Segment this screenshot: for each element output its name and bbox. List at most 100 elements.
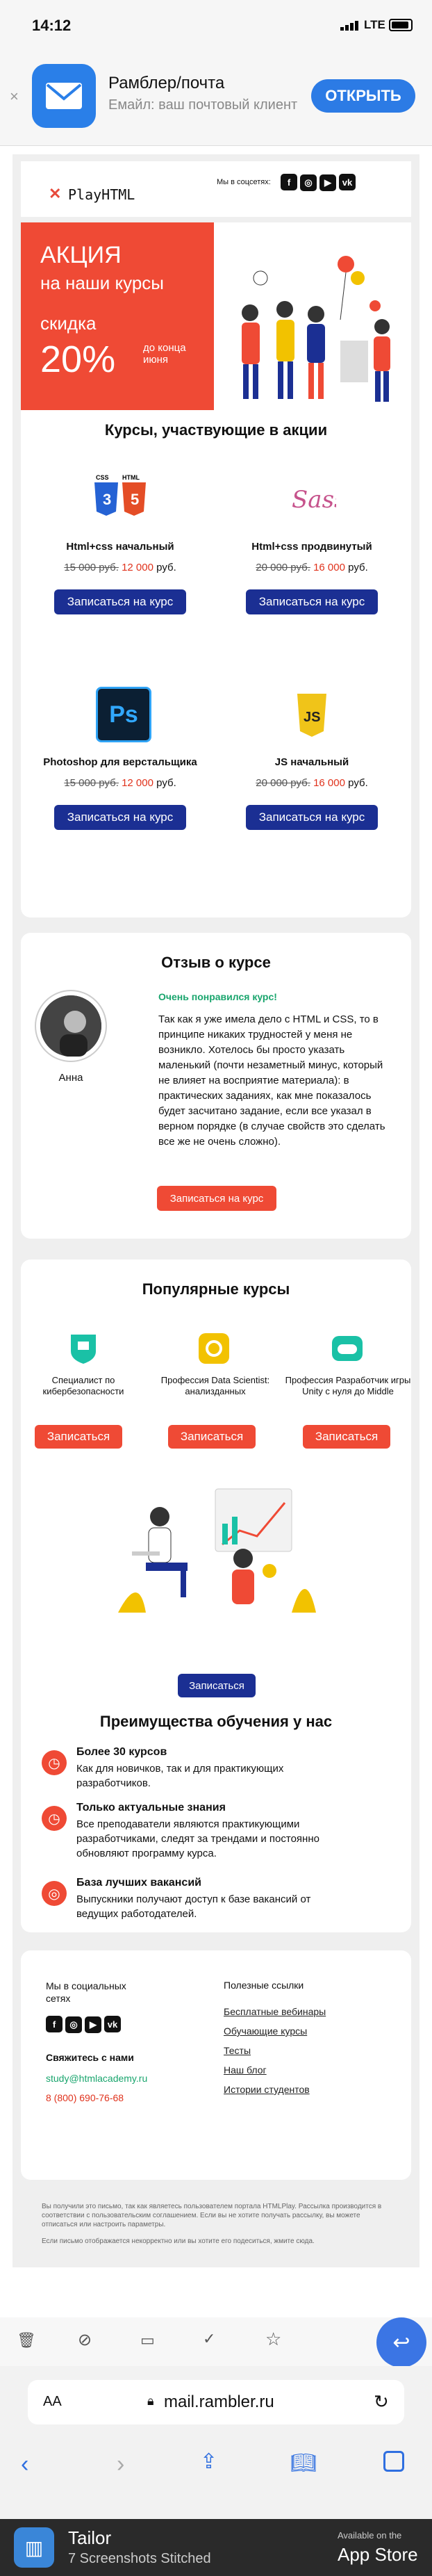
youtube-icon[interactable]: ▶ xyxy=(319,174,336,191)
open-app-button[interactable]: ОТКРЫТЬ xyxy=(311,79,415,113)
footer-link[interactable]: Бесплатные вебинары xyxy=(224,2006,326,2017)
share-icon[interactable]: ⇪ xyxy=(200,2449,217,2474)
review-text: Так как я уже имела дело с HTML и CSS, т… xyxy=(158,1013,385,1148)
social-label: Мы в соцсетях: xyxy=(217,178,271,186)
course-card: Ps Photoshop для верстальщика 15 000 руб… xyxy=(33,687,207,847)
course-price: 20 000 руб. 16 000 руб. xyxy=(225,562,399,573)
footer-link[interactable]: Истории студентов xyxy=(224,2084,310,2095)
review-card: Отзыв о курсе Анна Очень понравился курс… xyxy=(21,933,411,1239)
store-small-text: Available on the xyxy=(338,2530,402,2541)
links-title: Полезные ссылки xyxy=(224,1980,304,1991)
popular-enroll-button[interactable]: Записаться xyxy=(35,1425,122,1449)
logo-icon: ✕ xyxy=(49,185,62,202)
course-name: Html+css продвинутый xyxy=(251,541,372,553)
course-price: 20 000 руб. 16 000 руб. xyxy=(225,777,399,789)
app-banner: × Рамблер/почта Емайл: ваш почтовый клие… xyxy=(0,49,432,146)
block-icon[interactable]: ⊘ xyxy=(78,2330,92,2350)
old-price: 15 000 руб. xyxy=(64,777,119,789)
students-illustration xyxy=(118,1482,319,1614)
course-name: JS начальный xyxy=(274,756,349,768)
promo-card: АКЦИЯ на наши курсы скидка 20% до конца … xyxy=(21,222,411,918)
advantage-title: Только актуальные знания xyxy=(76,1802,226,1813)
footer-link[interactable]: Наш блог xyxy=(224,2064,267,2076)
enroll-button[interactable]: Записаться на курс xyxy=(54,805,186,830)
svg-text:Sass: Sass xyxy=(292,486,336,514)
review-title: Отзыв о курсе xyxy=(161,954,271,971)
legal-text-2: Если письмо отображается некорректно или… xyxy=(42,2237,315,2245)
new-price: 16 000 xyxy=(313,562,345,573)
forward-icon[interactable]: › xyxy=(117,2451,124,2478)
bookmarks-icon[interactable]: 📖︎ xyxy=(290,2451,317,2475)
promo-title: АКЦИЯ xyxy=(40,242,122,268)
folder-icon[interactable]: ▭ xyxy=(140,2331,155,2349)
course-name: Html+css начальный xyxy=(66,541,174,553)
rambler-mail-logo xyxy=(32,64,96,128)
shield-icon xyxy=(67,1332,100,1365)
contact-phone[interactable]: 8 (800) 690-76-68 xyxy=(46,2092,124,2103)
new-price: 16 000 xyxy=(313,777,345,789)
reviewer-name: Анна xyxy=(58,1072,83,1084)
popular-enroll-button[interactable]: Записаться xyxy=(168,1425,256,1449)
popular-course-name: Специалист по кибербезопасности xyxy=(42,1375,124,1396)
footer-social-title: Мы в социальных сетях xyxy=(46,1980,126,2004)
course-card: Sass Html+css продвинутый 20 000 руб. 16… xyxy=(225,473,399,633)
facebook-icon[interactable]: f xyxy=(281,174,297,190)
discount-label: скидка xyxy=(40,313,97,334)
star-icon[interactable]: ☆ xyxy=(265,2329,281,2350)
reviewer-avatar xyxy=(36,991,106,1061)
tabs-icon[interactable] xyxy=(383,2451,404,2472)
reply-button[interactable]: ↩ xyxy=(376,2317,426,2367)
data-science-icon xyxy=(197,1332,231,1365)
popular-item: Специалист по кибербезопасности Записать… xyxy=(21,1332,146,1457)
contact-email[interactable]: study@htmlacademy.ru xyxy=(46,2073,147,2084)
svg-text:CSS: CSS xyxy=(96,474,109,481)
review-enroll-button[interactable]: Записаться на курс xyxy=(157,1186,276,1211)
vk-icon[interactable]: vk xyxy=(339,174,356,190)
advantage-text: Все преподаватели являются практикующими… xyxy=(76,1818,319,1859)
tailor-logo: ▥ xyxy=(14,2527,54,2568)
courses-title: Курсы, участвующие в акции xyxy=(104,421,328,439)
advantage-title: Более 30 курсов xyxy=(76,1746,167,1758)
promo-illustration xyxy=(222,236,403,410)
clock-icon: ◷ xyxy=(42,1806,67,1831)
status-time: 14:12 xyxy=(32,17,72,34)
reader-button[interactable]: AA xyxy=(43,2394,62,2410)
store-text[interactable]: App Store xyxy=(338,2544,418,2566)
discount-until: до конца июня xyxy=(143,342,186,366)
old-price: 20 000 руб. xyxy=(256,562,310,573)
popular-course-name: Профессия Data Scientist: анализданных xyxy=(160,1375,270,1396)
footer-link[interactable]: Обучающие курсы xyxy=(224,2025,307,2037)
course-price: 15 000 руб. 12 000 руб. xyxy=(33,777,207,789)
instagram-icon[interactable]: ◎ xyxy=(65,2016,82,2033)
close-icon[interactable]: × xyxy=(10,88,19,106)
reload-icon[interactable]: ↻ xyxy=(374,2391,389,2413)
course-card: JS JS начальный 20 000 руб. 16 000 руб. … xyxy=(225,687,399,847)
sass-icon: Sass xyxy=(288,473,346,521)
advantage-text: Как для новичков, так и для практикующих… xyxy=(76,1763,284,1789)
enroll-button[interactable]: Записаться на курс xyxy=(246,805,378,830)
facebook-icon[interactable]: f xyxy=(46,2016,63,2032)
header-social: f ◎ ▶ vk xyxy=(281,174,358,191)
address-bar[interactable]: AA 🔒︎ mail.rambler.ru ↻ xyxy=(28,2380,404,2424)
instagram-icon[interactable]: ◎ xyxy=(300,174,317,191)
svg-text:5: 5 xyxy=(131,491,139,508)
signal-icon xyxy=(340,21,361,31)
lock-icon: 🔒︎ xyxy=(147,2394,154,2408)
mark-read-icon[interactable]: ✓ xyxy=(203,2330,215,2348)
vk-icon[interactable]: vk xyxy=(104,2016,121,2032)
status-bar: 14:12 LTE xyxy=(0,0,432,49)
banner-title: Рамблер/почта xyxy=(108,74,225,92)
trash-icon[interactable]: 🗑︎ xyxy=(17,2331,36,2349)
footer-link[interactable]: Тесты xyxy=(224,2045,251,2056)
popular-enroll-button[interactable]: Записаться xyxy=(303,1425,390,1449)
tailor-footer: ▥ Tailor 7 Screenshots Stitched Availabl… xyxy=(0,2519,432,2576)
discount-value: 20% xyxy=(40,339,116,380)
enroll-button[interactable]: Записаться на курс xyxy=(246,589,378,614)
svg-text:JS: JS xyxy=(304,710,320,725)
enroll-button[interactable]: Записаться на курс xyxy=(54,589,186,614)
popular-cta-button[interactable]: Записаться xyxy=(178,1674,256,1697)
battery-icon xyxy=(389,19,413,31)
back-icon[interactable]: ‹ xyxy=(21,2451,28,2478)
url-text[interactable]: mail.rambler.ru xyxy=(164,2392,274,2412)
youtube-icon[interactable]: ▶ xyxy=(85,2016,101,2033)
